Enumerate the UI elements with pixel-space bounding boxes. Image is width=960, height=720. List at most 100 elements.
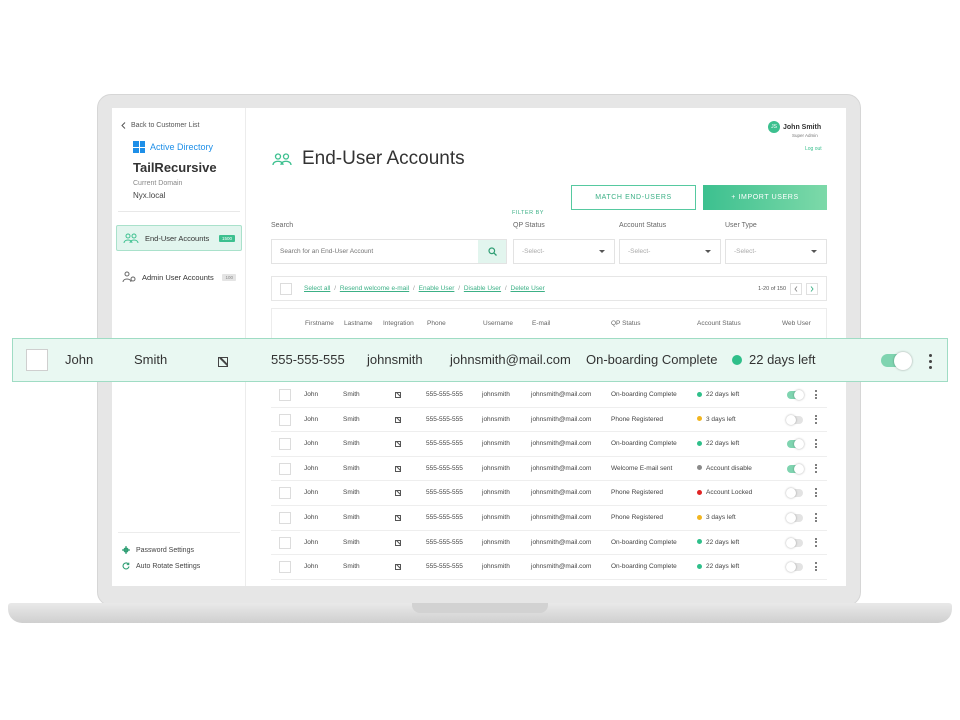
status-dot xyxy=(697,539,702,545)
account-status-cell: 22 days left xyxy=(732,352,816,367)
lastname-cell: Smith xyxy=(134,352,168,367)
select-all-checkbox[interactable] xyxy=(280,282,292,295)
phone-cell: 555-555-555 xyxy=(426,563,463,571)
row-checkbox[interactable] xyxy=(279,462,291,475)
web-user-toggle[interactable] xyxy=(787,390,804,400)
table-row[interactable]: John Smith 555-555-555 johnsmith johnsmith@m… xyxy=(271,457,827,482)
chevron-left-icon xyxy=(794,285,798,292)
disable-user-link[interactable]: Disable User xyxy=(464,285,501,292)
auto-rotate-settings-link[interactable]: Auto Rotate Settings xyxy=(122,562,200,570)
table-row[interactable]: John Smith 555-555-555 johnsmith johnsmith@m… xyxy=(271,383,827,408)
user-menu[interactable]: JS John Smith xyxy=(768,121,821,133)
more-options-icon[interactable] xyxy=(815,488,817,498)
row-checkbox[interactable] xyxy=(279,561,291,574)
next-page-button[interactable] xyxy=(806,282,818,295)
integration-cell xyxy=(395,416,401,425)
admin-users-icon xyxy=(122,271,136,283)
search-input[interactable] xyxy=(272,240,478,263)
qp-status-cell: On-boarding Complete xyxy=(611,538,677,546)
web-user-toggle[interactable] xyxy=(786,513,803,523)
sidebar-item-label: End-User Accounts xyxy=(145,233,210,243)
table-row[interactable]: John Smith 555-555-555 johnsmith johnsmith@m… xyxy=(271,555,827,580)
username-cell: johnsmith xyxy=(482,538,510,546)
web-user-toggle[interactable] xyxy=(786,562,803,573)
firstname-cell: John xyxy=(304,440,319,448)
sidebar-item-admin-user-accounts[interactable]: Admin User Accounts 100 xyxy=(116,264,242,290)
account-status-label: Account Status xyxy=(619,222,667,229)
column-header: Web User xyxy=(782,320,811,327)
select-all-link[interactable]: Select all xyxy=(304,285,330,292)
match-end-users-button[interactable]: MATCH END-USERS xyxy=(571,185,696,210)
more-options-icon[interactable] xyxy=(815,463,817,473)
more-options-icon[interactable] xyxy=(815,537,817,547)
row-checkbox[interactable] xyxy=(279,512,291,524)
more-options-icon[interactable] xyxy=(815,513,817,522)
firstname-cell: John xyxy=(65,352,94,367)
lastname-cell: Smith xyxy=(343,415,360,423)
sidebar-item-end-user-accounts[interactable]: End-User Accounts 1500 xyxy=(116,225,242,251)
web-user-toggle[interactable] xyxy=(881,351,912,370)
more-options-icon[interactable] xyxy=(815,562,817,572)
resend-welcome-email-link[interactable]: Resend welcome e-mail xyxy=(340,285,409,292)
email-cell: johnsmith@mail.com xyxy=(531,391,592,398)
username-cell: johnsmith xyxy=(482,440,510,448)
phone-cell: 555-555-555 xyxy=(426,538,463,546)
integration-cell xyxy=(395,465,401,474)
web-user-toggle[interactable] xyxy=(786,414,803,425)
row-checkbox[interactable] xyxy=(279,487,291,500)
highlighted-table-row[interactable]: John Smith 555-555-555 johnsmith johnsmi… xyxy=(12,338,948,382)
table-row[interactable]: John Smith 555-555-555 johnsmith johnsmith@m… xyxy=(271,506,827,531)
row-checkbox[interactable] xyxy=(279,438,291,451)
status-dot xyxy=(697,465,702,471)
search-button[interactable] xyxy=(478,240,506,263)
web-user-toggle[interactable] xyxy=(786,488,803,499)
user-type-select[interactable]: -Select- xyxy=(725,239,827,264)
integration-icon xyxy=(395,465,401,472)
phone-cell: 555-555-555 xyxy=(426,464,463,472)
email-cell: johnsmith@mail.com xyxy=(531,538,592,546)
table-row[interactable]: John Smith 555-555-555 johnsmith johnsmith@m… xyxy=(271,531,827,556)
delete-user-link[interactable]: Delete User xyxy=(511,285,545,292)
account-status-text: 22 days left xyxy=(706,563,740,571)
row-checkbox[interactable] xyxy=(279,413,291,426)
account-status-select[interactable]: -Select- xyxy=(619,239,721,264)
web-user-toggle[interactable] xyxy=(787,463,804,474)
password-settings-link[interactable]: Password Settings xyxy=(122,546,194,554)
avatar: JS xyxy=(768,121,780,133)
enable-user-link[interactable]: Enable User xyxy=(419,285,455,292)
web-user-toggle[interactable] xyxy=(787,439,804,450)
windows-icon xyxy=(133,141,145,153)
logout-link[interactable]: Log out xyxy=(805,146,822,152)
table-row[interactable]: John Smith 555-555-555 johnsmith johnsmith@m… xyxy=(271,481,827,506)
table-header: Firstname Lastname Integration Phone Use… xyxy=(271,308,827,338)
more-options-icon[interactable] xyxy=(815,439,817,449)
row-checkbox[interactable] xyxy=(279,536,291,549)
rotate-icon xyxy=(122,562,130,570)
laptop-notch xyxy=(412,603,548,613)
username-cell: johnsmith xyxy=(482,391,510,398)
pagination-range: 1-20 of 150 xyxy=(758,285,786,292)
phone-cell: 555-555-555 xyxy=(426,391,463,398)
more-options-icon[interactable] xyxy=(815,414,817,424)
row-checkbox[interactable] xyxy=(26,349,48,371)
column-header: Integration xyxy=(383,320,414,327)
firstname-cell: John xyxy=(304,538,319,546)
back-to-customer-list-link[interactable]: Back to Customer List xyxy=(121,122,199,129)
toggle-knob xyxy=(894,351,912,370)
web-user-toggle[interactable] xyxy=(786,537,803,548)
import-users-button[interactable]: + IMPORT USERS xyxy=(703,185,827,210)
prev-page-button[interactable] xyxy=(790,282,802,295)
firstname-cell: John xyxy=(304,489,319,497)
more-options-icon[interactable] xyxy=(929,354,932,369)
toggle-knob xyxy=(786,537,796,548)
more-options-icon[interactable] xyxy=(815,390,817,399)
account-status-text: 3 days left xyxy=(706,415,736,423)
table-row[interactable]: John Smith 555-555-555 johnsmith johnsmith@m… xyxy=(271,408,827,433)
bulk-actions-bar: Select all / Resend welcome e-mail / Ena… xyxy=(271,276,827,301)
row-checkbox[interactable] xyxy=(279,389,291,401)
qp-status-label: QP Status xyxy=(513,222,545,229)
qp-status-cell: Phone Registered xyxy=(611,489,664,497)
email-cell: johnsmith@mail.com xyxy=(531,489,592,497)
qp-status-select[interactable]: -Select- xyxy=(513,239,615,264)
table-row[interactable]: John Smith 555-555-555 johnsmith johnsmith@m… xyxy=(271,432,827,457)
